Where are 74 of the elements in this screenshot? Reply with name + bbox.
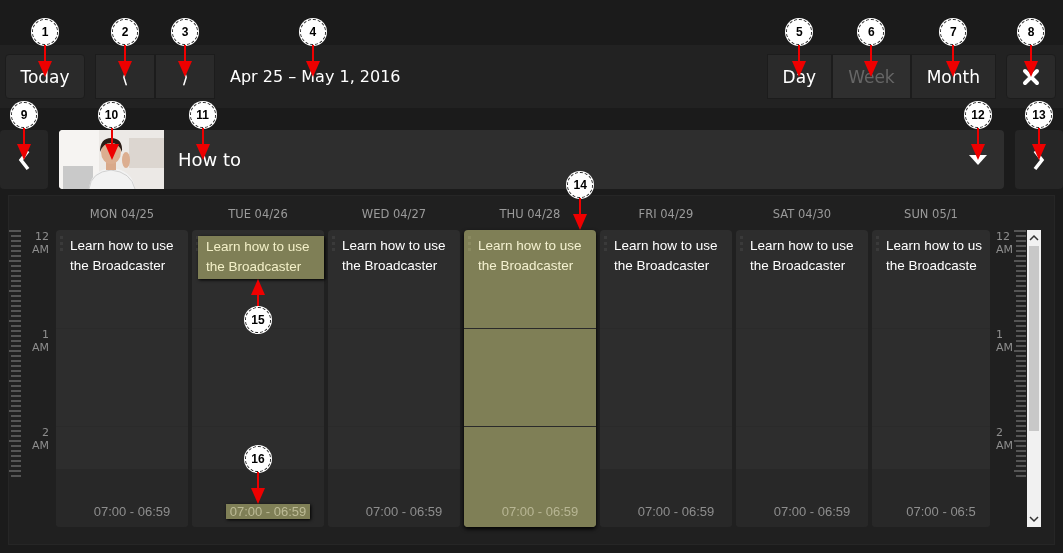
day-header: WED 04/27 [361,206,427,223]
event-time: 07:00 - 06:59 [364,504,444,519]
hour-label: 12 AM [31,230,49,259]
callout-arrow [251,472,265,504]
view-tab[interactable]: Day [766,54,833,99]
callout-marker: 8 [1018,18,1044,45]
event-title[interactable]: Learn how to use the Broadcaster [342,236,456,276]
callout-arrow [104,127,119,160]
close-icon [1022,67,1040,86]
callout-marker: 9 [11,101,37,128]
hour-label: 1 AM [996,328,1014,357]
hour-label: 1 AM [31,328,49,357]
callout-marker: 13 [1026,101,1052,128]
scroll-down-icon[interactable] [1029,515,1039,523]
day-column[interactable]: Learn how to use the Broadcaster 07:00 - 06:59 [56,230,188,527]
callout-marker: 12 [965,101,991,128]
event-title[interactable]: Learn how to use the Broadcaster [614,236,728,276]
event-title[interactable]: Learn how to use the Broadcaster [70,236,184,276]
chevron-left-icon [18,148,30,171]
day-header: TUE 04/26 [228,206,288,223]
event-title[interactable]: Learn how to use the Broadcaster [478,236,592,276]
callout-marker: 11 [189,101,216,128]
callout-marker: 5 [786,18,813,45]
callout-marker: 10 [98,101,125,128]
callout-arrow [1032,127,1046,160]
callout-marker: 7 [940,18,967,45]
close-button[interactable] [1006,54,1056,99]
day-header: MON 04/25 [89,206,155,223]
event-title[interactable]: Learn how to use the Broadcaster [198,236,324,279]
chevron-right-icon [1033,148,1045,171]
day-header: THU 04/28 [499,206,561,223]
callout-arrow [573,198,588,230]
callout-marker: 16 [245,446,271,472]
event-time: 07:00 - 06:59 [225,504,311,519]
hour-label: 2 AM [996,426,1014,455]
previous-channel-button[interactable] [0,130,48,189]
callout-marker: 1 [32,18,58,45]
event-time: 07:00 - 06:59 [636,504,716,519]
day-header: FRI 04/29 [638,206,694,223]
callout-arrow [178,44,192,77]
event-time: 07:00 - 06:59 [772,504,852,519]
event-title[interactable]: Learn how to us the Broadcaste [886,236,990,276]
scrollbar[interactable] [1027,230,1041,527]
callout-marker: 2 [112,18,138,45]
day-column[interactable]: Learn how to use the Broadcaster 15 07:00 - 06:59 16 [192,230,324,527]
channel-title: How to [178,149,242,170]
hour-label: 12 AM [996,230,1014,259]
event-time: 07:00 - 06:59 [500,504,580,519]
event-title[interactable]: Learn how to use the Broadcaster [750,236,864,276]
day-column[interactable]: Learn how to use the Broadcaster 07:00 - 06:59 [464,230,596,527]
event-time: 07:00 - 06:5 [905,504,977,519]
callout-arrow [1024,44,1038,77]
day-header: SUN 05/1 [904,206,958,223]
callout-arrow [118,44,132,77]
event-time: 07:00 - 06:59 [92,504,172,519]
callout-marker: 14 [567,172,594,198]
day-column[interactable]: Learn how to use the Broadcaster 07:00 - 06:59 [328,230,460,527]
callout-marker: 15 [245,307,271,333]
view-tab[interactable]: Month [910,54,996,99]
callout-arrow [17,127,31,160]
callout-arrow [251,279,265,307]
scroll-thumb[interactable] [1029,246,1039,431]
callout-marker: 4 [299,18,326,45]
scroll-up-icon[interactable] [1029,234,1039,242]
hour-label: 2 AM [31,426,49,455]
callout-arrow [971,127,985,160]
callout-marker: 3 [172,18,198,45]
day-header: SAT 04/30 [772,206,832,223]
today-button[interactable]: Today [5,54,85,99]
next-channel-button[interactable] [1015,130,1063,189]
callout-marker: 6 [858,18,885,45]
day-column[interactable]: Learn how to use the Broadcaster 07:00 - 06:59 [600,230,732,527]
day-column[interactable]: Learn how to us the Broadcaste 07:00 - 06:5 [872,230,990,527]
day-column[interactable]: Learn how to use the Broadcaster 07:00 - 06:59 [736,230,868,527]
